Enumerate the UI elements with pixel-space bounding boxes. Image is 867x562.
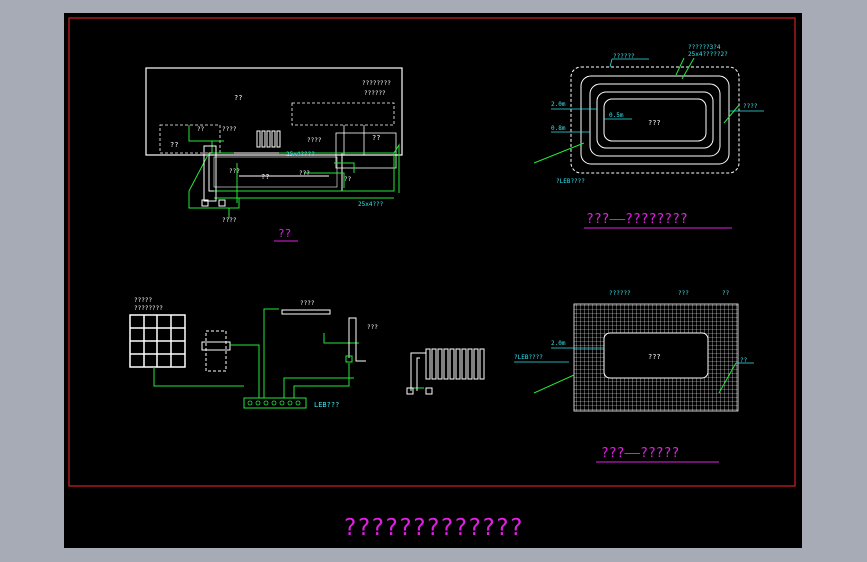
detail-a: ?????? ??????3?4 25x4?????2? 2.0m 0.8m 0… xyxy=(533,44,764,229)
plan-label-c2: ???? xyxy=(307,137,322,144)
plan-label-tr2: ?????? xyxy=(364,90,386,97)
drawing-frame xyxy=(68,17,796,487)
schematic-label-top: ???? xyxy=(300,300,315,307)
detail-b-label-top3: ?? xyxy=(722,290,730,297)
leb-box xyxy=(243,397,307,409)
detail-a-label-top3: 25x4?????2? xyxy=(688,51,728,58)
drawing-canvas: ?? ???????? ?????? ?? ?? ??? ?? ?? ???? … xyxy=(64,13,802,548)
detail-b-label-left2: ?LEB???? xyxy=(514,354,543,361)
schematic-label-right: ??? xyxy=(367,324,378,331)
schematic-label-grid2: ???????? xyxy=(134,305,163,312)
schematic-label-grid1: ????? xyxy=(134,297,152,304)
sheet-title: ????????????? xyxy=(343,515,523,541)
plan-label-right: ?? xyxy=(372,134,380,142)
detail-b: ?????? ??? ?? 2.0m ?LEB???? ??? ?? ???——… xyxy=(514,290,754,463)
detail-b-label-left1: 2.0m xyxy=(551,340,566,347)
cad-drawing: ?? ???????? ?????? ?? ?? ??? ?? ?? ???? … xyxy=(68,17,796,541)
plan-label-pipe3: ?? xyxy=(344,176,352,183)
plan-label-pipe5: 25x4??? xyxy=(358,201,384,208)
plan-label-left1: ?? xyxy=(170,141,178,149)
plan-label-c1: ???? xyxy=(222,126,237,133)
detail-a-caption: ???——???????? xyxy=(586,212,688,227)
detail-b-label-center: ??? xyxy=(648,353,661,361)
plan-label-pipe4: ???? xyxy=(222,217,237,224)
plan-caption: ?? xyxy=(278,227,291,240)
detail-b-label-top2: ??? xyxy=(678,290,689,297)
schematic: ????? ???????? ???? ??? LEB??? xyxy=(129,297,485,409)
plan-room-label: ?? xyxy=(234,94,242,102)
detail-a-label-left2: 0.8m xyxy=(551,125,566,132)
plan-label-tr1: ???????? xyxy=(362,80,391,87)
detail-b-caption: ???——????? xyxy=(601,446,679,461)
detail-a-label-top2: ??????3?4 xyxy=(688,44,721,51)
detail-a-label-right: ???? xyxy=(743,103,758,110)
detail-a-label-left1: 2.0m xyxy=(551,101,566,108)
plan-label-pipe1: 25x4???? xyxy=(286,151,315,158)
detail-a-label-top1: ?????? xyxy=(613,53,635,60)
plan-label-center: ?? xyxy=(261,173,269,181)
plan-view: ?? ???????? ?????? ?? ?? ??? ?? ?? ???? … xyxy=(145,67,403,242)
detail-a-label-bottom: ?LEB???? xyxy=(556,178,585,185)
detail-a-label-center: ??? xyxy=(648,119,661,127)
plan-label-pipe2: ??? xyxy=(299,170,310,177)
plan-label-mid: ??? xyxy=(229,168,240,175)
schematic-label-box: LEB??? xyxy=(314,401,339,409)
detail-a-label-inner: 0.5m xyxy=(609,112,624,119)
detail-b-label-right: ?? xyxy=(740,357,748,364)
detail-b-label-top1: ?????? xyxy=(609,290,631,297)
plan-label-left2: ?? xyxy=(197,126,205,133)
